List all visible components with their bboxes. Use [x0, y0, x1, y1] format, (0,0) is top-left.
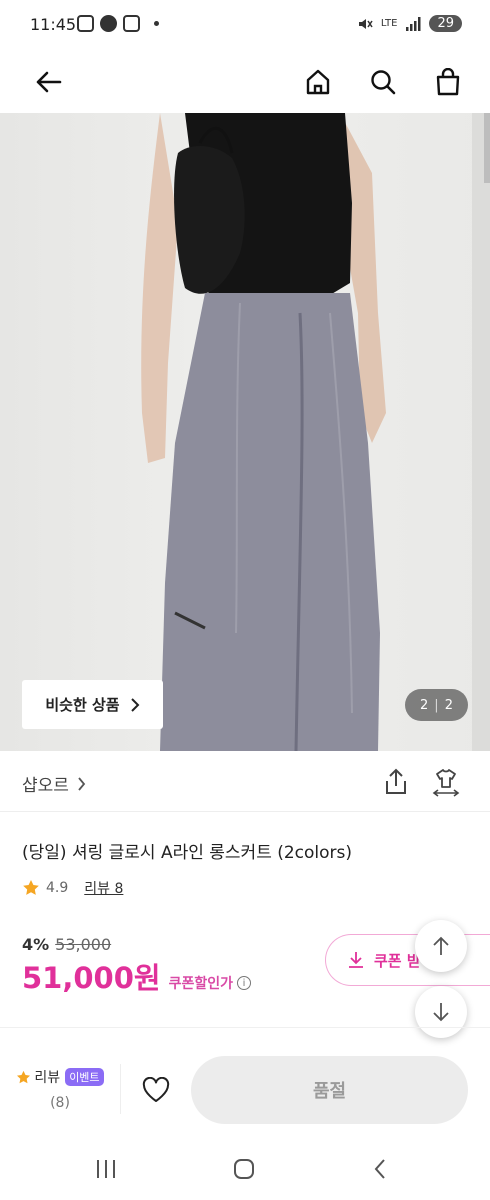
- download-icon: [349, 952, 363, 968]
- top-navigation: [0, 52, 490, 112]
- chevron-right-icon: [78, 776, 86, 791]
- rating-value: 4.9: [46, 880, 69, 896]
- shirt-swap-icon: [432, 769, 460, 797]
- bottom-action-bar: 리뷰 이벤트 (8) 품절: [0, 1040, 490, 1136]
- store-link[interactable]: 샵오르: [22, 771, 86, 796]
- store-row: 샵오르: [0, 752, 490, 812]
- image-counter: 2 | 2: [405, 689, 468, 721]
- app-icon: [123, 15, 140, 32]
- soldout-button: 품절: [191, 1056, 468, 1124]
- heart-icon: [142, 1077, 170, 1102]
- share-button[interactable]: [380, 766, 412, 798]
- home-system-button[interactable]: [226, 1154, 262, 1184]
- cart-button[interactable]: [428, 62, 468, 102]
- product-title: (당일) 셔링 글로시 A라인 롱스커트 (2colors): [22, 843, 353, 863]
- product-image[interactable]: 비슷한 상품 2 | 2: [0, 113, 490, 751]
- chevron-left-icon: [374, 1159, 385, 1179]
- image-total: 2: [444, 697, 453, 713]
- original-price: 53,000: [55, 935, 112, 954]
- similar-products-label: 비슷한 상품: [45, 696, 120, 714]
- battery-indicator: 29: [429, 15, 462, 32]
- screenshot-icon: [77, 15, 94, 32]
- shopping-bag-icon: [436, 68, 460, 96]
- search-button[interactable]: [363, 62, 403, 102]
- compare-button[interactable]: [430, 766, 462, 798]
- review-summary-label: 리뷰: [34, 1070, 61, 1086]
- rating-row: 4.9 리뷰 8: [22, 878, 123, 898]
- chevron-right-icon: [130, 697, 140, 712]
- network-type: LTE: [380, 17, 398, 29]
- arrow-up-icon: [433, 936, 449, 955]
- discount-rate: 4%: [22, 935, 50, 954]
- home-circle-icon: [234, 1159, 254, 1179]
- review-summary-top: 리뷰 이벤트: [10, 1067, 110, 1087]
- home-icon: [306, 69, 330, 95]
- image-current: 2: [420, 697, 429, 713]
- recent-apps-icon: [97, 1160, 115, 1178]
- store-name: 샵오르: [22, 776, 69, 796]
- product-photo: [141, 113, 490, 751]
- arrow-left-icon: [36, 71, 62, 93]
- recent-apps-button[interactable]: [88, 1154, 124, 1184]
- coupon-price-note[interactable]: 쿠폰할인가 i: [169, 973, 251, 993]
- info-icon: i: [237, 976, 251, 990]
- star-icon: [17, 1070, 31, 1083]
- arrow-down-icon: [433, 1003, 449, 1022]
- sale-price: 51,000원: [22, 961, 161, 995]
- review-count: (8): [50, 1095, 70, 1111]
- review-summary-button[interactable]: 리뷰 이벤트 (8): [10, 1067, 110, 1111]
- talk-icon: [100, 15, 117, 32]
- status-time: 11:45: [30, 15, 77, 34]
- coupon-price-label: 쿠폰할인가: [168, 976, 233, 992]
- system-icons: LTE 29: [357, 15, 462, 32]
- back-button[interactable]: [28, 62, 68, 102]
- counter-separator: |: [434, 697, 439, 713]
- price-row: 51,000원 쿠폰할인가 i: [22, 955, 251, 997]
- similar-products-button[interactable]: 비슷한 상품: [22, 680, 163, 729]
- status-bar: 11:45 LTE 29: [0, 0, 490, 52]
- star-icon: [23, 880, 39, 895]
- like-button[interactable]: [136, 1070, 176, 1110]
- coupon-button-label: 쿠폰 받: [374, 951, 421, 970]
- system-navigation-bar: [0, 1140, 490, 1200]
- scroll-down-button[interactable]: [415, 986, 467, 1038]
- vertical-divider: [120, 1064, 121, 1114]
- mute-icon: [358, 18, 373, 29]
- review-link[interactable]: 리뷰 8: [84, 878, 123, 898]
- share-icon: [386, 768, 406, 794]
- back-system-button[interactable]: [362, 1154, 398, 1184]
- scroll-up-button[interactable]: [415, 920, 467, 972]
- signal-icon: [406, 16, 421, 31]
- event-badge: 이벤트: [65, 1068, 104, 1086]
- section-divider: [0, 1027, 490, 1028]
- more-notifications-icon: [154, 21, 159, 26]
- notification-icons: [77, 15, 159, 32]
- price-meta: 4% 53,000: [22, 935, 111, 954]
- search-icon: [371, 70, 396, 95]
- home-button[interactable]: [298, 62, 338, 102]
